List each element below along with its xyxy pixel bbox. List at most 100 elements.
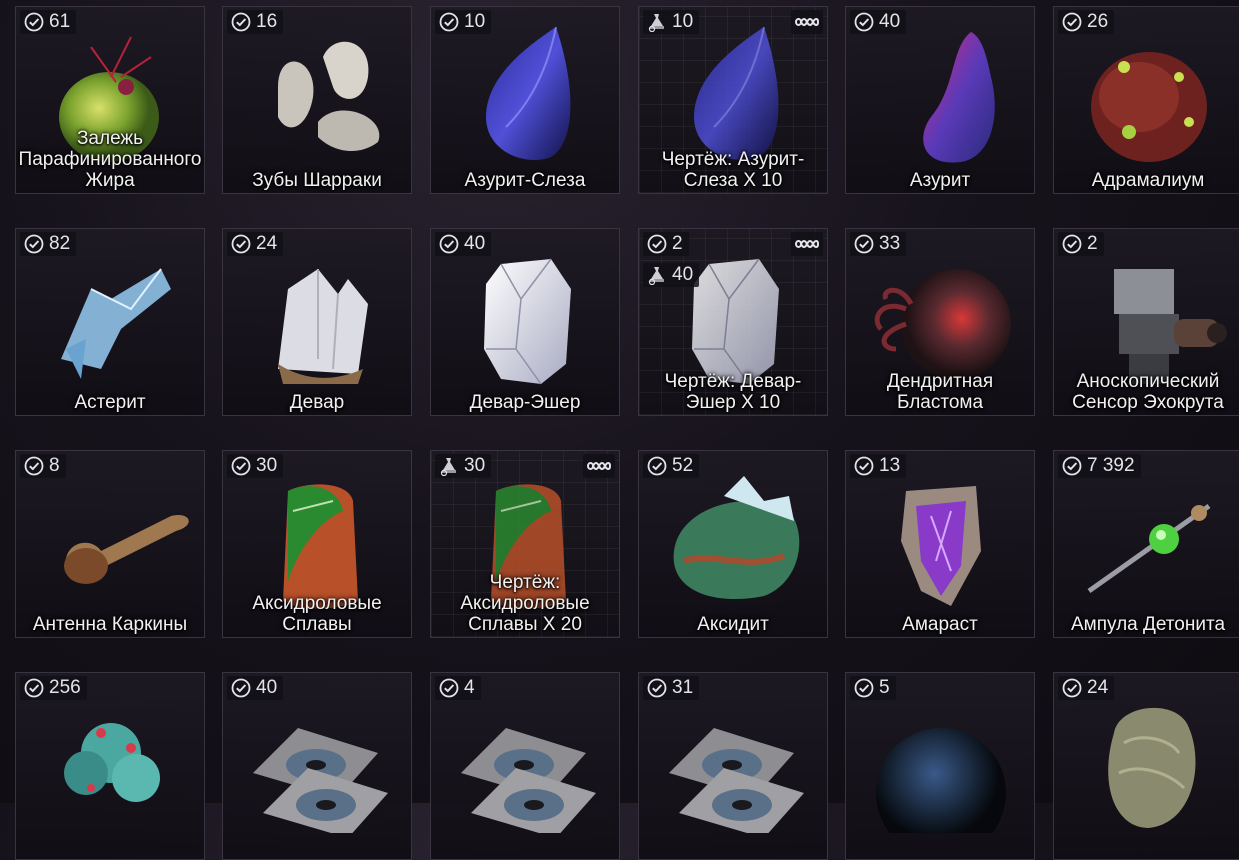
axidite-icon xyxy=(654,471,814,611)
inventory-item[interactable]: 2 Аноскопический Сенсор Эхокрута xyxy=(1053,228,1239,416)
item-name: Аксидит xyxy=(697,614,769,635)
check-icon xyxy=(439,234,459,254)
item-quantity: 4 xyxy=(464,677,475,698)
quantity-badge: 10 xyxy=(643,10,700,34)
inventory-grid: 61 Залежь Парафинированного Жира 16 Зубы Ша… xyxy=(0,0,1239,860)
item-quantity: 31 xyxy=(672,677,694,698)
quantity-badge: 26 xyxy=(1058,10,1115,34)
sensor-icon xyxy=(1069,249,1229,389)
rock-icon xyxy=(1069,693,1229,833)
inventory-item[interactable]: 10 Азурит-Слеза xyxy=(430,6,620,194)
disc-icon xyxy=(654,693,814,838)
item-quantity: 40 xyxy=(256,677,278,698)
infinity-icon xyxy=(791,232,823,256)
quantity-badge: 7 392 xyxy=(1058,454,1141,478)
item-quantity: 16 xyxy=(256,11,278,32)
inventory-item[interactable]: 256 xyxy=(15,672,205,860)
item-name: Аксидроловые Сплавы xyxy=(252,593,382,635)
check-icon xyxy=(854,234,874,254)
item-quantity: 24 xyxy=(1087,677,1109,698)
inventory-item[interactable]: 30 Чертёж: Аксидроловые Сплавы X 20 xyxy=(430,450,620,638)
infinity-icon xyxy=(583,454,615,478)
quantity-badge: 10 xyxy=(435,10,492,34)
quantity-badge: 40 xyxy=(435,232,492,256)
quantity-badge: 16 xyxy=(227,10,284,34)
quantity-badge: 24 xyxy=(1058,676,1115,700)
amarast-icon xyxy=(861,471,1021,611)
item-name: Амараст xyxy=(902,614,978,635)
inventory-item[interactable]: 40 Азурит xyxy=(845,6,1035,194)
teeth-icon xyxy=(238,27,398,167)
quantity-badge: 61 xyxy=(20,10,77,34)
quantity-badge: 40 xyxy=(227,676,284,700)
inventory-item[interactable]: 2 40 Чертёж: Девар-Эшер X 10 xyxy=(638,228,828,416)
item-name: Азурит xyxy=(909,170,971,191)
azurite-tear-icon xyxy=(654,26,814,167)
inventory-item[interactable]: 13 Амараст xyxy=(845,450,1035,638)
inventory-item[interactable]: 52 Аксидит xyxy=(638,450,828,638)
item-name: Антенна Каркины xyxy=(32,614,188,635)
infinity-icon xyxy=(791,10,823,34)
inventory-item[interactable]: 33 Дендритная Бластома xyxy=(845,228,1035,416)
item-quantity: 26 xyxy=(1087,11,1109,32)
item-quantity: 30 xyxy=(256,455,278,476)
inventory-item[interactable]: 82 Астерит xyxy=(15,228,205,416)
item-quantity: 2 xyxy=(672,233,683,254)
item-name: Дендритная Бластома xyxy=(886,371,994,413)
inventory-item[interactable]: 5 xyxy=(845,672,1035,860)
azurite-icon xyxy=(861,27,1021,167)
inventory-item[interactable]: 7 392 Ампула Детонита xyxy=(1053,450,1239,638)
item-name: Аноскопический Сенсор Эхокрута xyxy=(1072,371,1224,413)
inventory-item[interactable]: 4 xyxy=(430,672,620,860)
check-icon xyxy=(1062,234,1082,254)
check-icon xyxy=(854,12,874,32)
quantity-badge: 5 xyxy=(850,676,896,700)
check-icon xyxy=(231,12,251,32)
asterite-icon xyxy=(31,249,191,389)
item-name: Ампула Детонита xyxy=(1070,614,1226,635)
item-quantity: 40 xyxy=(879,11,901,32)
quantity-badge: 2 xyxy=(1058,232,1104,256)
inventory-item[interactable]: 24 Девар xyxy=(222,228,412,416)
item-name: Девар xyxy=(289,392,345,413)
check-icon xyxy=(24,456,44,476)
item-name: Азурит-Слеза xyxy=(464,170,586,191)
antenna-icon xyxy=(31,471,191,611)
item-quantity: 256 xyxy=(49,677,81,698)
inventory-item[interactable]: 10 Чертёж: Азурит-Слеза X 10 xyxy=(638,6,828,194)
item-name: Чертёж: Азурит-Слеза X 10 xyxy=(661,149,805,191)
inventory-item[interactable]: 24 xyxy=(1053,672,1239,860)
inventory-item[interactable]: 40 xyxy=(222,672,412,860)
check-icon xyxy=(24,678,44,698)
inventory-item[interactable]: 26 Адрамалиум xyxy=(1053,6,1239,194)
inventory-item[interactable]: 8 Антенна Каркины xyxy=(15,450,205,638)
inventory-item[interactable]: 16 Зубы Шарраки xyxy=(222,6,412,194)
item-name: Девар-Эшер xyxy=(469,392,581,413)
inventory-item[interactable]: 61 Залежь Парафинированного Жира xyxy=(15,6,205,194)
check-icon xyxy=(647,456,667,476)
check-icon xyxy=(1062,456,1082,476)
check-icon xyxy=(854,456,874,476)
quantity-badge: 52 xyxy=(643,454,700,478)
inventory-item[interactable]: 30 Аксидроловые Сплавы xyxy=(222,450,412,638)
item-quantity: 40 xyxy=(464,233,486,254)
blastoma-icon xyxy=(861,249,1021,389)
item-quantity: 30 xyxy=(464,455,486,476)
quantity-badge: 2 xyxy=(643,232,689,256)
check-icon xyxy=(24,12,44,32)
check-icon xyxy=(439,12,459,32)
sphere-icon xyxy=(861,693,1021,858)
check-icon xyxy=(1062,12,1082,32)
alloy-icon xyxy=(238,471,398,611)
adramalium-icon xyxy=(1069,27,1229,167)
quantity-badge: 82 xyxy=(20,232,77,256)
blueprint-icon xyxy=(439,456,459,477)
inventory-item[interactable]: 31 xyxy=(638,672,828,860)
check-icon xyxy=(647,234,667,254)
item-quantity: 2 xyxy=(1087,233,1098,254)
check-icon xyxy=(1062,678,1082,698)
quantity-badge: 40 xyxy=(850,10,907,34)
inventory-item[interactable]: 40 Девар-Эшер xyxy=(430,228,620,416)
disc-icon xyxy=(446,693,606,838)
check-icon xyxy=(24,234,44,254)
